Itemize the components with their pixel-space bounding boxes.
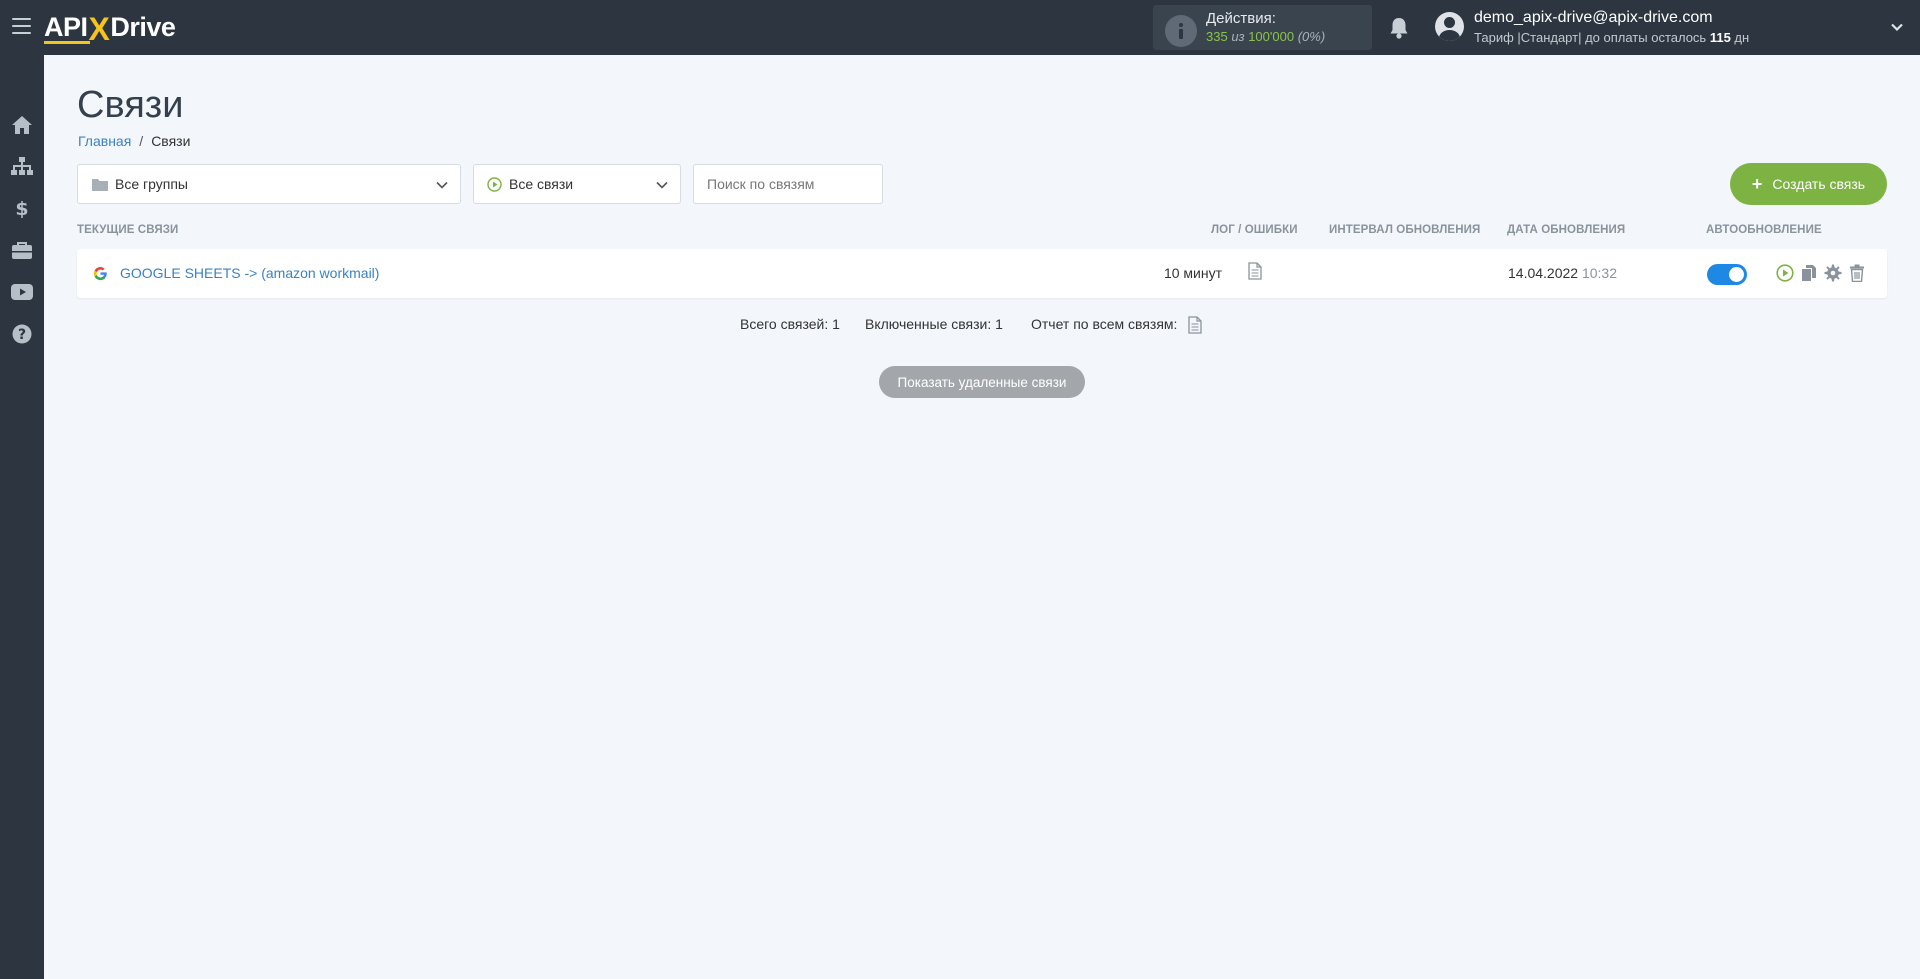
dollar-icon: $ [15, 198, 28, 219]
trash-icon[interactable] [1848, 264, 1866, 282]
sitemap-icon [11, 157, 33, 175]
play-icon[interactable] [1776, 264, 1794, 282]
update-date-day: 14.04.2022 [1508, 265, 1579, 281]
question-icon: ? [12, 324, 32, 344]
actions-counter: Действия: 335 из 100'000 (0%) [1153, 5, 1372, 50]
chevron-down-icon [656, 181, 668, 189]
tariff-days: 115 [1709, 30, 1731, 45]
play-circle-icon [487, 176, 502, 192]
show-deleted-button[interactable]: Показать удаленные связи [879, 366, 1085, 398]
logo-text-drive: Drive [110, 12, 176, 42]
breadcrumb-current: Связи [151, 133, 191, 149]
sidebar-item-connections[interactable] [0, 145, 44, 187]
tariff-info: Тариф |Стандарт| до оплаты осталось 115 … [1474, 30, 1749, 45]
top-bar: API X Drive Действия: 335 из 100'000 (0%) … [0, 0, 1920, 55]
create-connection-label: Создать связь [1772, 176, 1866, 192]
table-row: GOOGLE SHEETS -> (amazon workmail) 10 ми… [77, 249, 1887, 298]
connection-name-link[interactable]: GOOGLE SHEETS -> (amazon workmail) [120, 265, 379, 281]
info-icon [1165, 15, 1197, 47]
actions-used: 335 [1206, 29, 1228, 44]
chevron-down-icon[interactable] [1891, 21, 1903, 33]
header-update-date: ДАТА ОБНОВЛЕНИЯ [1507, 224, 1626, 236]
search-input[interactable] [693, 164, 883, 204]
logo-text-x: X [88, 11, 110, 47]
breadcrumb-home-link[interactable]: Главная [78, 133, 131, 149]
user-email[interactable]: demo_apix-drive@apix-drive.com [1474, 9, 1713, 27]
groups-select-value: Все группы [115, 176, 188, 192]
page-title: Связи [77, 84, 184, 126]
logo-text-api: API [44, 12, 88, 42]
report-label: Отчет по всем связям: [1031, 316, 1178, 332]
header-update-interval: ИНТЕРВАЛ ОБНОВЛЕНИЯ [1329, 224, 1481, 236]
header-auto-update: АВТООБНОВЛЕНИЕ [1706, 224, 1822, 236]
gear-icon[interactable] [1824, 264, 1842, 282]
create-connection-button[interactable]: + Создать связь [1730, 163, 1887, 205]
sidebar-item-home[interactable] [0, 104, 44, 146]
sidebar-item-video[interactable] [0, 271, 44, 313]
copy-icon[interactable] [1800, 264, 1818, 282]
auto-update-toggle[interactable] [1707, 264, 1747, 285]
tariff-suffix: дн [1730, 30, 1750, 45]
update-interval: 10 минут [1163, 265, 1223, 281]
plus-icon: + [1751, 174, 1763, 194]
actions-label: Действия: [1206, 10, 1276, 27]
actions-value: 335 из 100'000 (0%) [1206, 29, 1325, 44]
briefcase-icon [12, 241, 32, 259]
svg-text:?: ? [18, 327, 26, 343]
google-icon [93, 266, 107, 281]
chevron-down-icon [436, 181, 448, 189]
tariff-text: Тариф |Стандарт| до оплаты осталось [1474, 30, 1710, 45]
groups-select[interactable]: Все группы [77, 164, 461, 204]
breadcrumb: Главная / Связи [78, 133, 190, 149]
bell-icon[interactable] [1388, 16, 1410, 40]
report-file-icon[interactable] [1188, 316, 1202, 334]
breadcrumb-separator: / [139, 133, 144, 149]
sidebar: $ ? [0, 55, 44, 979]
apix-drive-logo[interactable]: API X Drive [44, 11, 176, 47]
menu-icon[interactable] [12, 18, 31, 34]
folder-icon [92, 178, 108, 191]
home-icon [12, 116, 32, 134]
update-date-time: 10:32 [1581, 265, 1618, 281]
links-status-select[interactable]: Все связи [473, 164, 681, 204]
enabled-connections: Включенные связи: 1 [865, 316, 1003, 332]
svg-text:$: $ [15, 198, 28, 219]
actions-total: 100'000 [1248, 29, 1295, 44]
links-select-value: Все связи [509, 176, 574, 192]
youtube-icon [11, 284, 33, 300]
header-log-errors: ЛОГ / ОШИБКИ [1211, 224, 1298, 236]
sidebar-item-projects[interactable] [0, 229, 44, 271]
actions-percent: (0%) [1297, 29, 1326, 44]
total-connections: Всего связей: 1 [740, 316, 840, 332]
logo-underline [44, 41, 90, 44]
update-date: 14.04.2022 10:32 [1508, 265, 1617, 281]
sidebar-item-billing[interactable]: $ [0, 187, 44, 229]
actions-of: из [1227, 29, 1249, 44]
user-avatar-icon[interactable] [1435, 12, 1464, 41]
header-current-connections: ТЕКУЩИЕ СВЯЗИ [77, 224, 179, 236]
sidebar-item-help[interactable]: ? [0, 313, 44, 355]
